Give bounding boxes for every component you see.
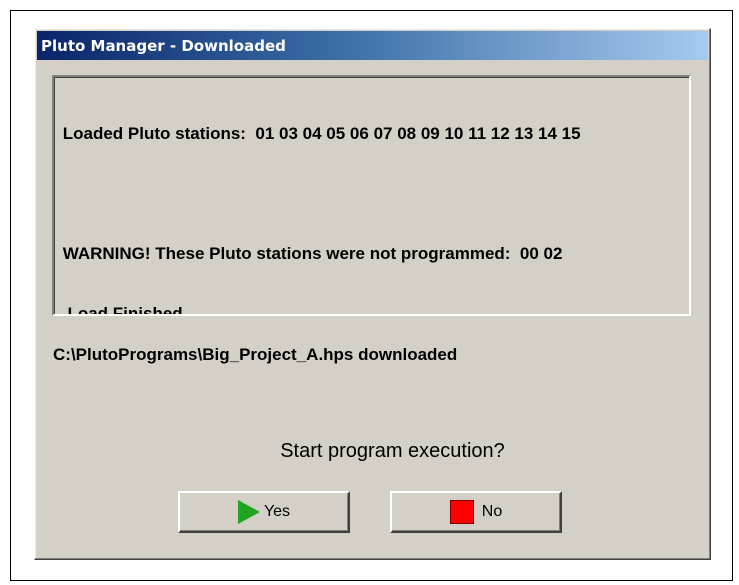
- downloaded-path-label: C:\PlutoPrograms\Big_Project_A.hps downl…: [53, 345, 458, 364]
- start-execution-question: Start program execution?: [280, 440, 505, 462]
- pluto-manager-dialog: Pluto Manager - Downloaded Loaded Pluto …: [34, 28, 711, 560]
- load-log-box[interactable]: Loaded Pluto stations: 01 03 04 05 06 07…: [52, 75, 691, 316]
- stop-icon: [449, 500, 474, 524]
- title-bar[interactable]: Pluto Manager - Downloaded: [37, 31, 708, 60]
- yes-button[interactable]: Yes: [178, 491, 350, 533]
- log-line-loaded-stations: Loaded Pluto stations: 01 03 04 05 06 07…: [58, 124, 581, 143]
- window-title: Pluto Manager - Downloaded: [41, 36, 286, 55]
- log-line-blank: [58, 184, 683, 204]
- no-button-label: No: [481, 503, 503, 520]
- log-line-load-finished: Load Finished: [58, 304, 183, 316]
- log-line-warning: WARNING! These Pluto stations were not p…: [58, 244, 563, 263]
- no-button[interactable]: No: [390, 491, 562, 533]
- play-icon: [237, 500, 260, 524]
- yes-button-label: Yes: [263, 503, 291, 520]
